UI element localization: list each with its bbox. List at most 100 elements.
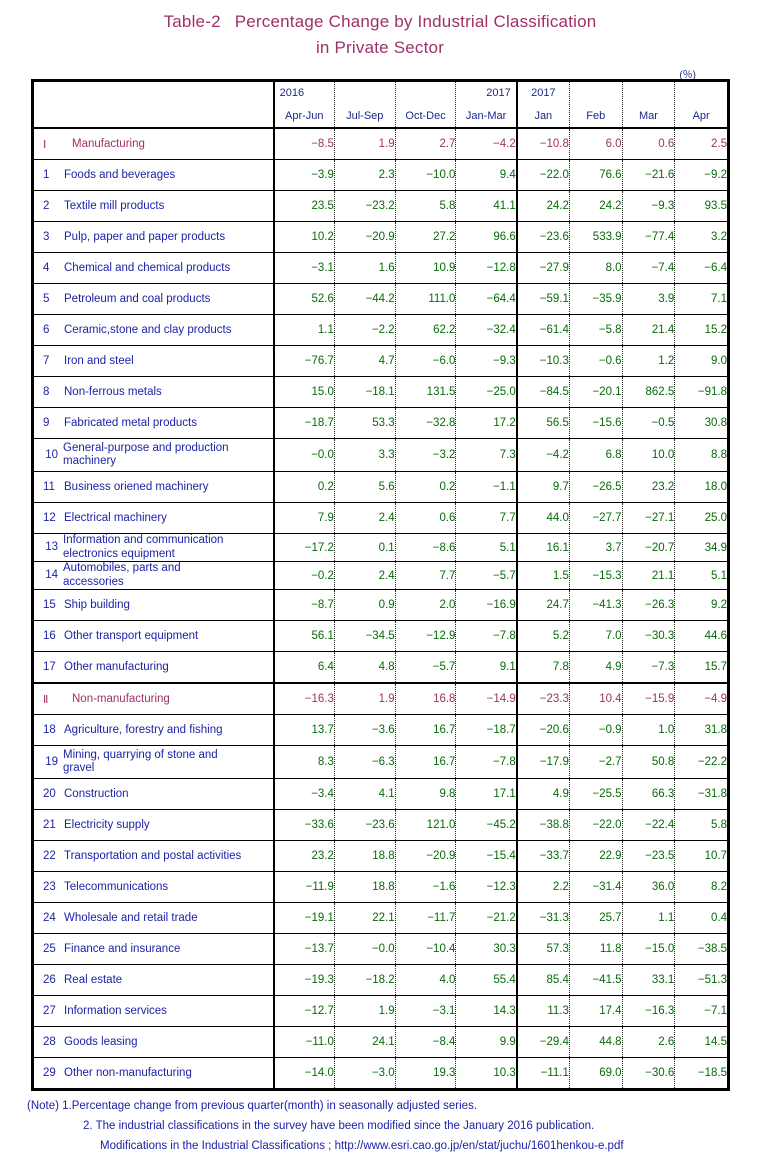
row-label-cell: 4 Chemical and chemical products [33,252,275,284]
table-cell-value: 13.7 [273,714,335,746]
table-cell-value: −26.3 [622,589,676,621]
table-cell-value: −16.3 [273,682,335,715]
table-row: 28 Goods leasing −11.0 24.1 −8.4 9.9 −29.4 44.8… [33,1026,728,1058]
table-cell-value: −3.2 [395,438,457,472]
header-col-oct-dec: Oct-Dec [395,81,457,129]
row-number: Ⅰ [43,137,47,151]
table-cell-value: 1.9 [334,127,396,160]
row-number: 9 [43,416,50,429]
table-cell-value: 1.1 [622,902,676,934]
table-cell-value: 93.5 [674,190,728,222]
table-cell-value: −7.8 [455,745,518,779]
header-period-1: Jul-Sep [346,110,384,122]
row-label-cell: 15 Ship building [33,589,275,621]
table-cell-value: 21.1 [622,561,676,590]
title-table-number: Table-2 [163,12,221,31]
table-cell-value: −7.1 [674,995,728,1027]
table-cell-value: −59.1 [516,283,570,315]
table-cell-value: 5.1 [674,561,728,590]
table-cell-value: 24.2 [569,190,623,222]
table-cell-value: −5.8 [569,314,623,346]
page-title: Table-2 Percentage Change by Industrial C… [0,0,760,61]
table-cell-value: 23.5 [273,190,335,222]
table-cell-value: −13.7 [273,933,335,965]
table-cell-value: 0.2 [273,471,335,503]
table-cell-value: 18.8 [334,840,396,872]
table-cell-value: 7.8 [516,651,570,683]
table-cell-value: −38.8 [516,809,570,841]
table-cell-value: −84.5 [516,376,570,408]
row-label-text: Other non-manufacturing [64,1066,192,1079]
header-period-5: Feb [586,110,606,122]
header-period-0: Apr-Jun [284,110,324,122]
table-cell-value: −51.3 [674,964,728,996]
table-cell-value: −3.9 [273,159,335,191]
row-label-cell: 25 Finance and insurance [33,933,275,965]
row-number: Ⅱ [43,692,49,706]
row-label-text: Pulp, paper and paper products [64,230,226,243]
row-label-cell: 1 Foods and beverages [33,159,275,191]
row-label-text: Ceramic,stone and clay products [64,323,232,336]
table-cell-value: −12.7 [273,995,335,1027]
row-number: 14 [45,569,58,581]
table-cell-value: 3.2 [674,221,728,253]
table-cell-value: 55.4 [455,964,518,996]
row-label-cell: Ⅱ Non-manufacturing [33,682,275,715]
row-label-cell: 18 Agriculture, forestry and fishing [33,714,275,746]
table-cell-value: 44.6 [674,620,728,652]
table-cell-value: 34.9 [674,533,728,562]
row-label-cell: 20 Construction [33,778,275,810]
row-number: 11 [43,480,55,493]
table-cell-value: 10.7 [674,840,728,872]
row-label-cell: 29 Other non-manufacturing [33,1057,275,1089]
row-label-cell: Ⅰ Manufacturing [33,127,275,160]
table-cell-value: −9.2 [674,159,728,191]
table-cell-value: −6.3 [334,745,396,779]
table-cell-value: −17.9 [516,745,570,779]
table-cell-value: −3.4 [273,778,335,810]
row-label-cell: 12 Electrical machinery [33,502,275,534]
table-cell-value: −77.4 [622,221,676,253]
table-cell-value: 7.7 [395,561,457,590]
table-cell-value: −20.1 [569,376,623,408]
row-number: 7 [43,354,50,367]
row-number: 17 [43,660,56,673]
table-cell-value: −0.6 [569,345,623,377]
table-cell-value: −0.0 [334,933,396,965]
table-cell-value: 121.0 [395,809,457,841]
table-cell-value: −27.1 [622,502,676,534]
table-cell-value: −3.1 [395,995,457,1027]
table-cell-value: 21.4 [622,314,676,346]
row-label-text: Mining, quarrying of stone and gravel [63,749,218,776]
row-label-cell: 3 Pulp, paper and paper products [33,221,275,253]
row-label-line1: Automobiles, parts and [63,562,181,574]
table-cell-value: −10.4 [395,933,457,965]
header-col-apr-jun: 2016 Apr-Jun [273,81,335,129]
table-cell-value: 69.0 [569,1057,623,1089]
table-cell-value: −19.1 [273,902,335,934]
table-cell-value: 56.5 [516,407,570,439]
table-row: 23 Telecommunications −11.9 18.8 −1.6 −12.3 2.… [33,871,728,903]
table-cell-value: 9.2 [674,589,728,621]
table-cell-value: −35.9 [569,283,623,315]
table-row: 19 Mining, quarrying of stone and gravel 8.… [33,745,728,779]
row-label-cell: 7 Iron and steel [33,345,275,377]
row-number: 6 [43,323,50,336]
table-cell-value: −15.0 [622,933,676,965]
table-cell-value: 10.2 [273,221,335,253]
table-row: 24 Wholesale and retail trade −19.1 22.1 −11… [33,902,728,934]
table-cell-value: 5.8 [674,809,728,841]
row-label-line2: accessories [63,575,124,588]
table-cell-value: 2.4 [334,502,396,534]
table-cell-value: −18.2 [334,964,396,996]
table-cell-value: −4.2 [455,127,518,160]
table-cell-value: 8.0 [569,252,623,284]
header-year-2017-m: 2017 [531,87,556,99]
table-cell-value: −2.2 [334,314,396,346]
table-row: 11 Business oriened machinery 0.2 5.6 0.2 −1.… [33,471,728,503]
table-cell-value: −44.2 [334,283,396,315]
table-cell-value: 96.6 [455,221,518,253]
table-cell-value: 2.2 [516,871,570,903]
row-label-cell: 22 Transportation and postal activities [33,840,275,872]
table-cell-value: −9.3 [622,190,676,222]
